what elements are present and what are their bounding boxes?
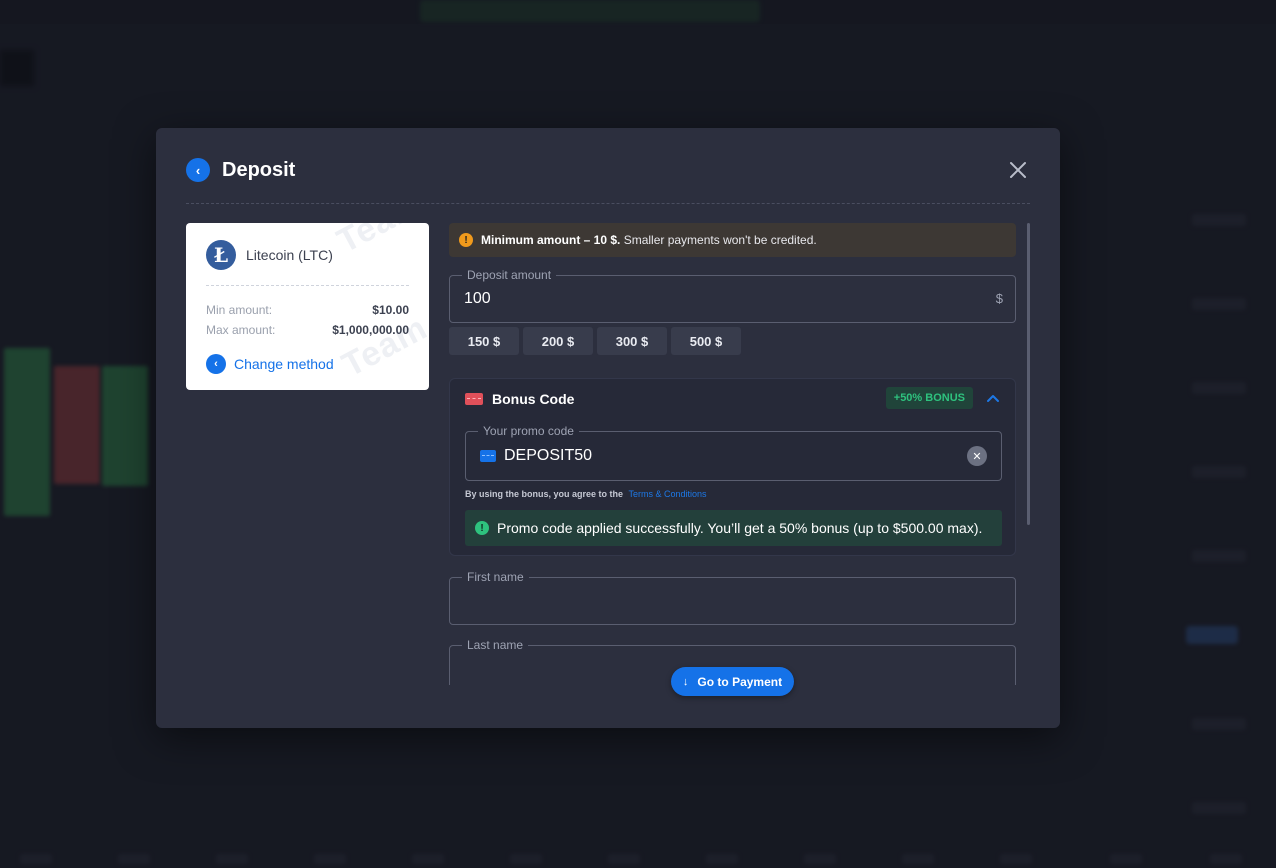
deposit-form: ! Minimum amount – 10 $. Smaller payment… <box>449 223 1016 685</box>
preset-amount-button[interactable]: 300 $ <box>597 327 667 355</box>
preset-amount-button[interactable]: 150 $ <box>449 327 519 355</box>
bonus-code-title: Bonus Code <box>492 391 575 407</box>
watermark-logo: Team <box>331 223 429 261</box>
back-button[interactable]: ‹ <box>186 158 210 182</box>
preset-amount-button[interactable]: 500 $ <box>671 327 741 355</box>
deposit-amount-value[interactable]: 100 <box>464 290 491 308</box>
promo-code-value[interactable]: DEPOSIT50 <box>504 447 592 465</box>
deposit-modal: ‹ Deposit Team Team Ł Litecoin (LTC) Min… <box>156 128 1060 728</box>
promo-code-legend: Your promo code <box>478 424 579 438</box>
bonus-code-panel: Bonus Code +50% BONUS Your promo code DE… <box>449 378 1016 556</box>
max-amount-label: Max amount: <box>206 323 276 337</box>
last-name-legend: Last name <box>462 638 529 652</box>
min-amount-label: Min amount: <box>206 303 273 317</box>
clear-promo-button[interactable]: ✕ <box>967 446 987 466</box>
chevron-left-icon: ‹ <box>195 162 201 178</box>
bonus-badge: +50% BONUS <box>885 387 973 409</box>
terms-link[interactable]: Terms & Conditions <box>629 489 707 499</box>
scrollbar[interactable] <box>1027 223 1030 525</box>
currency-label: $ <box>995 291 1003 306</box>
close-button[interactable] <box>1008 160 1028 180</box>
success-icon: ! <box>475 521 489 535</box>
min-amount-value: $10.00 <box>372 303 409 317</box>
preset-amounts: 150 $ 200 $ 300 $ 500 $ <box>449 327 741 355</box>
ticket-icon <box>465 393 483 405</box>
change-method-button[interactable]: ‹ Change method <box>206 354 334 374</box>
max-amount-row: Max amount: $1,000,000.00 <box>206 323 409 337</box>
minimum-amount-warning: ! Minimum amount – 10 $. Smaller payment… <box>449 223 1016 257</box>
ticket-icon <box>480 450 496 462</box>
preset-amount-button[interactable]: 200 $ <box>523 327 593 355</box>
terms-text: By using the bonus, you agree to the <box>465 489 624 499</box>
go-to-payment-button[interactable]: ↓ Go to Payment <box>671 667 794 696</box>
change-method-label: Change method <box>234 356 334 372</box>
first-name-field[interactable]: First name <box>449 570 1016 625</box>
bonus-code-header[interactable]: Bonus Code <box>465 391 574 407</box>
litecoin-icon: Ł <box>206 240 236 270</box>
chevron-up-icon <box>987 395 999 402</box>
min-amount-row: Min amount: $10.00 <box>206 303 409 317</box>
watermark-logo: Team <box>336 308 429 385</box>
arrow-down-icon: ↓ <box>682 675 689 688</box>
first-name-legend: First name <box>462 570 529 584</box>
go-to-payment-label: Go to Payment <box>697 674 783 689</box>
deposit-amount-field[interactable]: Deposit amount 100 $ <box>449 268 1016 323</box>
modal-title: Deposit <box>222 159 296 181</box>
success-text: Promo code applied successfully. You’ll … <box>497 520 983 536</box>
method-name: Litecoin (LTC) <box>246 247 333 263</box>
collapse-button[interactable] <box>985 391 1001 405</box>
warning-strong-text: Minimum amount – 10 $. <box>481 233 621 247</box>
promo-success-message: ! Promo code applied successfully. You’l… <box>465 510 1002 546</box>
warning-text: Smaller payments won't be credited. <box>620 233 817 247</box>
divider <box>206 285 409 286</box>
promo-code-field[interactable]: Your promo code DEPOSIT50 ✕ <box>465 424 1002 481</box>
modal-header: ‹ Deposit <box>186 158 1030 204</box>
chevron-left-icon: ‹ <box>206 354 226 374</box>
deposit-amount-legend: Deposit amount <box>462 268 557 282</box>
warning-icon: ! <box>459 233 473 247</box>
max-amount-value: $1,000,000.00 <box>332 323 409 337</box>
payment-method-card: Team Team Ł Litecoin (LTC) Min amount: $… <box>186 223 429 390</box>
close-icon <box>1010 162 1026 178</box>
bonus-terms-text: By using the bonus, you agree to the Ter… <box>465 489 707 499</box>
